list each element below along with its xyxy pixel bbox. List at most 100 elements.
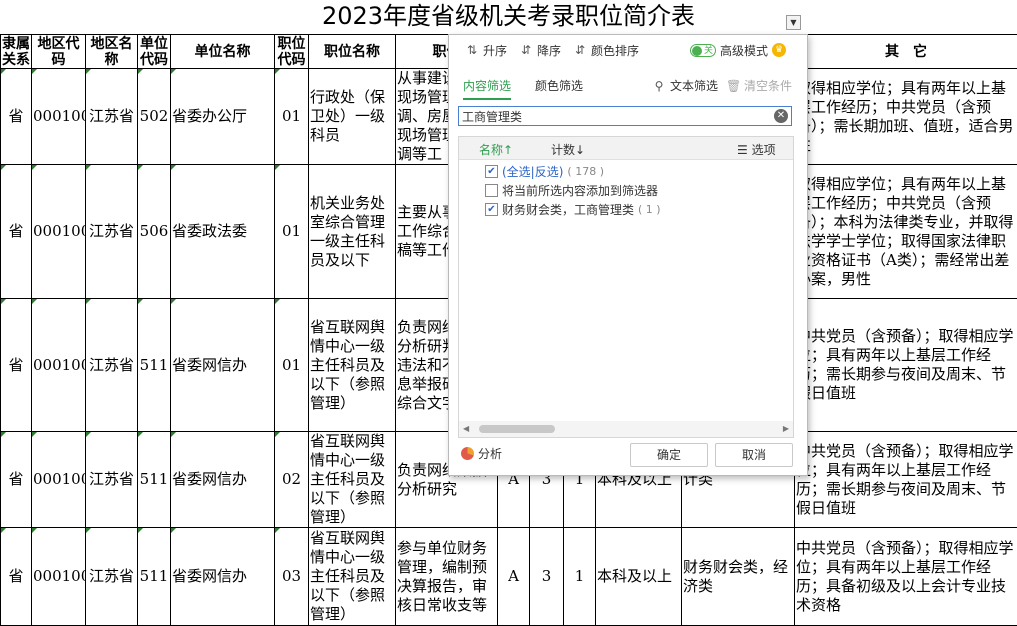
cell-other[interactable]: 中共党员（含预备）；取得相应学位；具有两年以上基层工作经历；具备初级及以上会计专… bbox=[795, 528, 1017, 626]
item-count: ( 178 ) bbox=[567, 165, 604, 178]
cell-area[interactable]: 江苏省 bbox=[86, 432, 138, 528]
cell-other[interactable]: 中共党员（含预备）；取得相应学位；具有两年以上基层工作经历；需长期参与夜间及周末… bbox=[795, 432, 1017, 528]
filter-dropdown-button[interactable]: ▼ bbox=[786, 15, 801, 30]
cell-pos-name[interactable]: 省互联网舆情中心一级主任科员及以下（参照管理） bbox=[309, 299, 396, 432]
cell-unit[interactable]: 省委网信办 bbox=[171, 528, 275, 626]
ok-button[interactable]: 确定 bbox=[630, 443, 708, 467]
table-row: 省 000100 江苏省 511 省委网信办 03 省互联网舆情中心一级主任科员… bbox=[1, 528, 1017, 626]
color-sort-icon: ⇵ bbox=[573, 43, 587, 57]
cell-unit[interactable]: 省委网信办 bbox=[171, 432, 275, 528]
sheet-title: 2023年度省级机关考录职位简介表 bbox=[0, 0, 1017, 33]
cell-pos-code[interactable]: 03 bbox=[275, 528, 309, 626]
header-cell[interactable]: 其 它 bbox=[795, 35, 1017, 69]
advanced-mode-label: 高级模式 bbox=[720, 42, 768, 59]
item-label: (全选|反选) bbox=[502, 163, 563, 180]
clear-conditions-button[interactable]: 🗑 清空条件 bbox=[726, 77, 792, 94]
header-cell[interactable]: 单位名称 bbox=[171, 35, 275, 69]
cell-area[interactable]: 江苏省 bbox=[86, 165, 138, 299]
cell-area-code[interactable]: 000100 bbox=[32, 69, 86, 165]
cell-other[interactable]: 中共党员（含预备）；取得相应学位；具有两年以上基层工作经历；需长期参与夜间及周末… bbox=[795, 299, 1017, 432]
text-filter-label: 文本筛选 bbox=[670, 77, 718, 94]
clear-search-icon[interactable]: ✕ bbox=[774, 109, 788, 123]
tab-content-filter[interactable]: 内容筛选 bbox=[463, 77, 511, 100]
cell-pos-name[interactable]: 省互联网舆情中心一级主任科员及以下（参照管理） bbox=[309, 432, 396, 528]
cell[interactable]: 本科及以上 bbox=[596, 528, 682, 626]
cell-pos-name[interactable]: 机关业务处室综合管理一级主任科员及以下 bbox=[309, 165, 396, 299]
arrow-down-icon: ↓ bbox=[575, 143, 585, 157]
analyze-button[interactable]: 分析 bbox=[461, 445, 502, 462]
advanced-mode-toggle[interactable]: 关 高级模式 ♛ bbox=[690, 41, 786, 59]
cell-pos-code[interactable]: 01 bbox=[275, 299, 309, 432]
cell-pos-code[interactable]: 01 bbox=[275, 165, 309, 299]
item-label: 将当前所选内容添加到筛选器 bbox=[502, 182, 658, 199]
cell-unit[interactable]: 省委办公厅 bbox=[171, 69, 275, 165]
cell[interactable]: 财务财会类，经济类 bbox=[682, 528, 795, 626]
header-cell[interactable]: 地区名称 bbox=[86, 35, 138, 69]
cell-other[interactable]: 取得相应学位；具有两年以上基层工作经历；中共党员（含预备）；本科为法律类专业，并… bbox=[795, 165, 1017, 299]
cell-area[interactable]: 江苏省 bbox=[86, 299, 138, 432]
scroll-right-icon[interactable]: ▶ bbox=[783, 424, 789, 433]
sort-desc-button[interactable]: ⇵ 降序 bbox=[519, 41, 561, 59]
cell-rel[interactable]: 省 bbox=[1, 528, 32, 626]
header-cell[interactable]: 地区代码 bbox=[32, 35, 86, 69]
list-header: 名称↑ 计数↓ ☰ 选项 bbox=[459, 137, 793, 160]
cell-area-code[interactable]: 000100 bbox=[32, 432, 86, 528]
cell-rel[interactable]: 省 bbox=[1, 432, 32, 528]
sort-asc-button[interactable]: ⇅ 升序 bbox=[465, 41, 507, 59]
scroll-thumb[interactable] bbox=[479, 425, 555, 433]
options-button[interactable]: ☰ 选项 bbox=[737, 141, 776, 158]
list-item[interactable]: ✔ (全选|反选) ( 178 ) bbox=[485, 163, 604, 180]
header-cell[interactable]: 职位代码 bbox=[275, 35, 309, 69]
cell-area-code[interactable]: 000100 bbox=[32, 299, 86, 432]
toggle-switch[interactable]: 关 bbox=[690, 44, 716, 57]
header-cell[interactable]: 隶属关系 bbox=[1, 35, 32, 69]
value-list: 名称↑ 计数↓ ☰ 选项 ✔ (全选|反选) ( 178 ) 将当前所选内容添加… bbox=[458, 136, 794, 438]
search-input[interactable]: 工商管理类 ✕ bbox=[458, 106, 792, 126]
count-column-header[interactable]: 计数↓ bbox=[551, 141, 585, 158]
trash-icon: 🗑 bbox=[726, 79, 740, 93]
cell-unit-code[interactable]: 506 bbox=[138, 165, 171, 299]
list-item[interactable]: 将当前所选内容添加到筛选器 bbox=[485, 182, 658, 199]
item-count: ( 1 ) bbox=[638, 203, 661, 216]
tab-color-filter[interactable]: 颜色筛选 bbox=[535, 77, 583, 100]
cell-pos-code[interactable]: 02 bbox=[275, 432, 309, 528]
cell-unit-code[interactable]: 502 bbox=[138, 69, 171, 165]
premium-crown-icon: ♛ bbox=[772, 43, 786, 57]
cell-pos-name[interactable]: 行政处（保卫处）一级科员 bbox=[309, 69, 396, 165]
cell-area-code[interactable]: 000100 bbox=[32, 528, 86, 626]
cell-area[interactable]: 江苏省 bbox=[86, 528, 138, 626]
cell-pos-name[interactable]: 省互联网舆情中心一级主任科员及以下（参照管理） bbox=[309, 528, 396, 626]
scroll-left-icon[interactable]: ◀ bbox=[463, 424, 469, 433]
cell-other[interactable]: 取得相应学位；具有两年以上基层工作经历；中共党员（含预备）；需长期加班、值班，适… bbox=[795, 69, 1017, 165]
cell[interactable]: 3 bbox=[530, 528, 564, 626]
list-item[interactable]: ✔ 财务财会类，工商管理类 ( 1 ) bbox=[485, 201, 661, 218]
cell-unit-code[interactable]: 511 bbox=[138, 432, 171, 528]
text-filter-button[interactable]: ⚲ 文本筛选 bbox=[652, 77, 718, 94]
cell[interactable]: A bbox=[498, 528, 530, 626]
cancel-button[interactable]: 取消 bbox=[715, 443, 793, 467]
cell[interactable]: 1 bbox=[564, 528, 596, 626]
color-sort-button[interactable]: ⇵ 颜色排序 bbox=[573, 41, 639, 59]
cell-pos-code[interactable]: 01 bbox=[275, 69, 309, 165]
clear-conditions-label: 清空条件 bbox=[744, 77, 792, 94]
checkbox-unchecked[interactable] bbox=[485, 184, 498, 197]
horizontal-scrollbar[interactable]: ◀ ▶ bbox=[459, 421, 793, 437]
sort-desc-label: 降序 bbox=[537, 42, 561, 59]
cell-unit-code[interactable]: 511 bbox=[138, 528, 171, 626]
checkbox-checked[interactable]: ✔ bbox=[485, 203, 498, 216]
cell-area-code[interactable]: 000100 bbox=[32, 165, 86, 299]
name-column-header[interactable]: 名称↑ bbox=[479, 141, 513, 158]
header-cell[interactable]: 单位代码 bbox=[138, 35, 171, 69]
cell-area[interactable]: 江苏省 bbox=[86, 69, 138, 165]
arrow-up-icon: ↑ bbox=[503, 143, 513, 157]
checkbox-checked[interactable]: ✔ bbox=[485, 165, 498, 178]
filter-popup: ⇅ 升序 ⇵ 降序 ⇵ 颜色排序 关 高级模式 ♛ 内容筛选 颜色筛选 ⚲ 文本… bbox=[448, 34, 808, 476]
cell-unit-code[interactable]: 511 bbox=[138, 299, 171, 432]
cell-desc[interactable]: 参与单位财务管理，编制预决算报告，审核日常收支等 bbox=[396, 528, 498, 626]
cell-unit[interactable]: 省委网信办 bbox=[171, 299, 275, 432]
cell-unit[interactable]: 省委政法委 bbox=[171, 165, 275, 299]
header-cell[interactable]: 职位名称 bbox=[309, 35, 396, 69]
cell-rel[interactable]: 省 bbox=[1, 69, 32, 165]
cell-rel[interactable]: 省 bbox=[1, 165, 32, 299]
cell-rel[interactable]: 省 bbox=[1, 299, 32, 432]
